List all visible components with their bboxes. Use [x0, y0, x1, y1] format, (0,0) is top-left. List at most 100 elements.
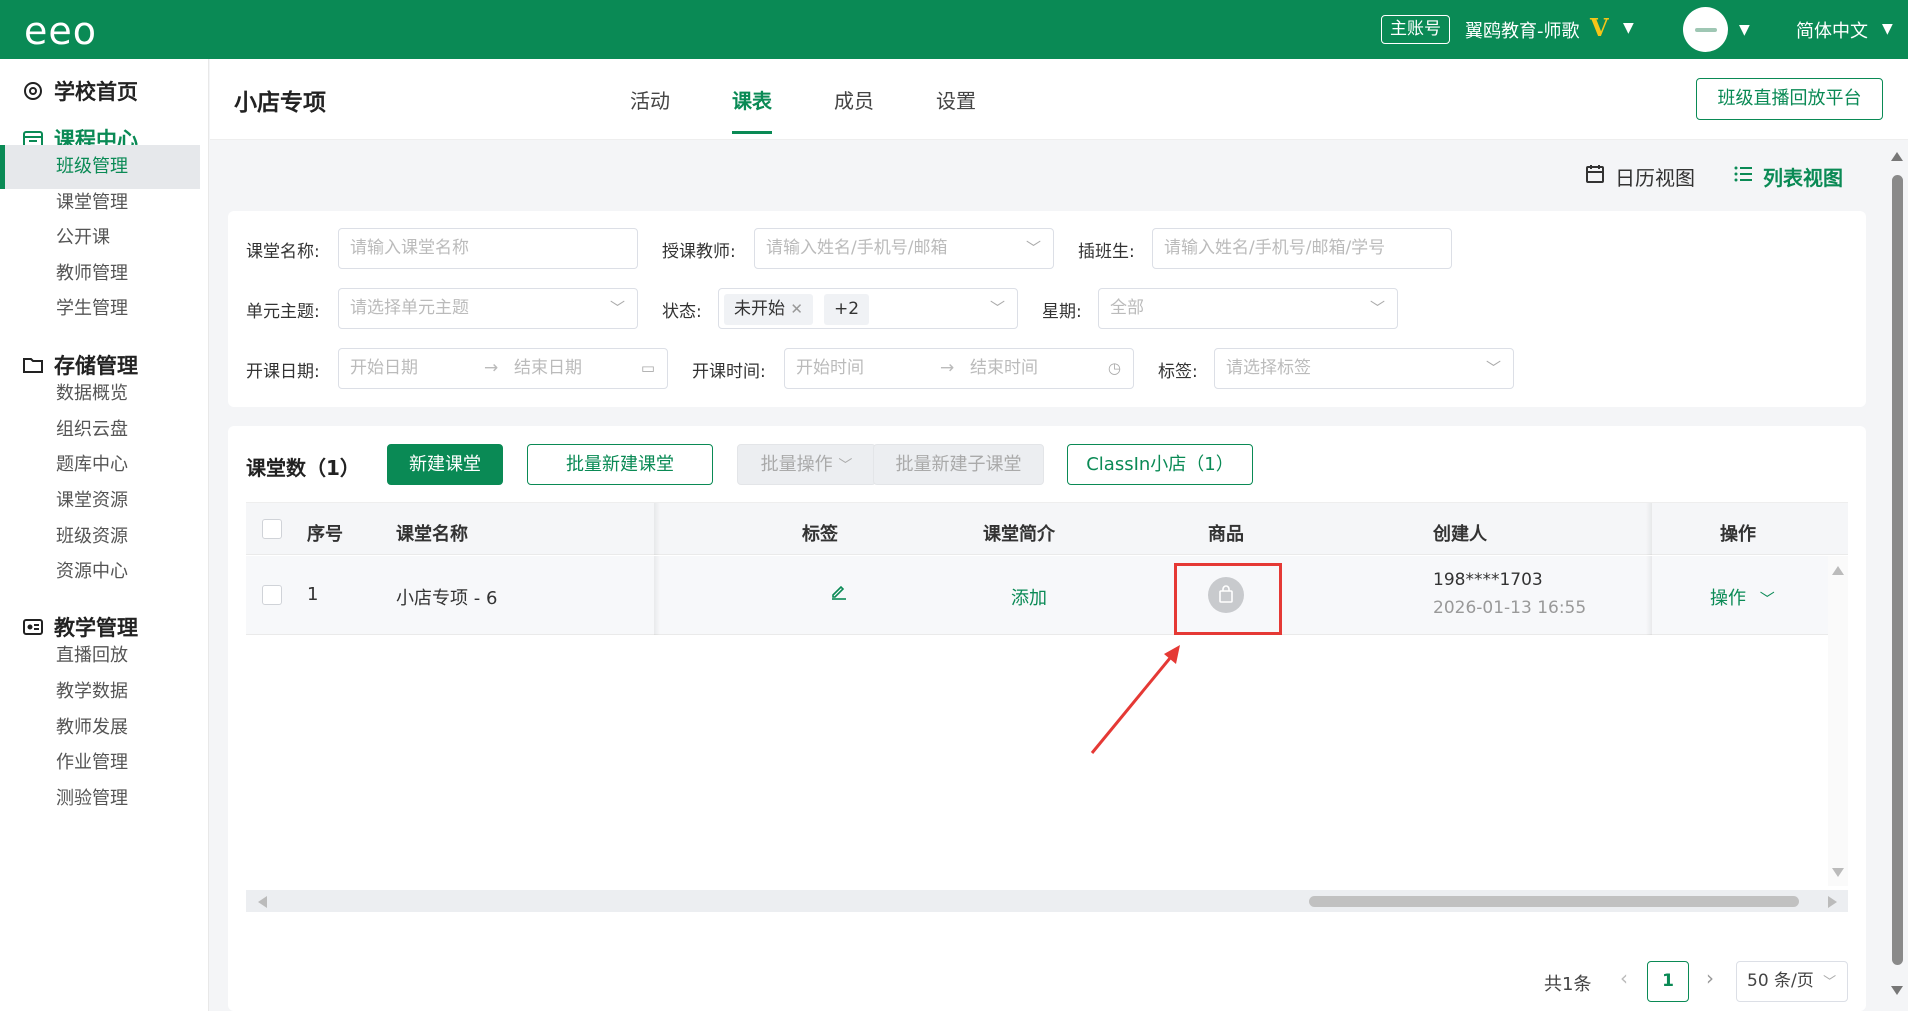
scroll-down-arrow-icon[interactable] [1832, 868, 1844, 877]
batch-new-lesson-button[interactable]: 批量新建课堂 [527, 444, 713, 485]
clock-icon: ◷ [1107, 359, 1121, 377]
sidebar: 学校首页 课程中心 班级管理 课堂管理 公开课 教师管理 学生管理 存储管理 数… [0, 59, 209, 1011]
course-name-input[interactable]: 请输入课堂名称 [338, 228, 638, 269]
row-lesson-name: 小店专项 - 6 [396, 588, 498, 609]
tab-schedule[interactable]: 课表 [732, 85, 772, 134]
table-card: 课堂数（1） 新建课堂 批量新建课堂 批量操作 ﹀ 批量新建子课堂 ClassI… [228, 426, 1866, 1011]
teacher-label: 授课教师: [662, 242, 736, 262]
column-header-index: 序号 [307, 524, 343, 545]
table-horizontal-scrollbar[interactable] [246, 890, 1848, 912]
status-select[interactable]: 未开始 ✕ +2 ﹀ [718, 288, 1018, 329]
weekday-value: 全部 [1110, 298, 1144, 318]
eeo-logo[interactable]: eeo [24, 9, 97, 53]
transfer-student-label: 插班生: [1078, 242, 1135, 262]
course-name-label: 课堂名称: [246, 242, 320, 262]
chevron-down-icon: ﹀ [1025, 239, 1041, 257]
page-scroll-up-icon[interactable] [1891, 152, 1903, 161]
transfer-student-input[interactable]: 请输入姓名/手机号/邮箱/学号 [1152, 228, 1452, 269]
page-size-value: 50 条/页 [1747, 971, 1814, 991]
tab-settings[interactable]: 设置 [936, 85, 976, 114]
next-page-icon[interactable]: › [1706, 966, 1714, 990]
vip-badge-icon: V [1590, 13, 1609, 42]
arrow-right-icon: → [940, 358, 955, 378]
chevron-down-icon: ﹀ [609, 299, 625, 317]
org-dropdown-chevron-icon[interactable]: ▼ [1623, 20, 1634, 36]
chevron-down-icon: ﹀ [1823, 975, 1837, 990]
fixed-column-shadow [1646, 503, 1652, 555]
page-size-select[interactable]: 50 条/页 ﹀ [1736, 961, 1848, 1002]
sidebar-item-resource-center[interactable]: 资源中心 [0, 550, 200, 594]
page-scrollbar[interactable] [1887, 150, 1908, 1011]
highlight-box [1174, 563, 1282, 635]
column-header-name: 课堂名称 [396, 524, 468, 545]
column-header-creator: 创建人 [1433, 524, 1487, 545]
page-button-current[interactable]: 1 [1647, 961, 1689, 1002]
add-intro-link[interactable]: 添加 [1011, 584, 1047, 610]
lessons-table: 序号 课堂名称 标签 课堂简介 商品 创建人 操作 1 小店专项 - 6 添加 … [246, 502, 1848, 939]
date-range-picker[interactable]: 开始日期 → 结束日期 ▭ [338, 348, 668, 389]
column-header-tag: 标签 [802, 524, 838, 545]
list-view-toggle[interactable]: 列表视图 [1733, 162, 1843, 191]
operations-label: 操作 [1710, 588, 1746, 609]
weekday-label: 星期: [1042, 302, 1082, 322]
start-time-placeholder: 开始时间 [796, 358, 864, 378]
time-range-picker[interactable]: 开始时间 → 结束时间 ◷ [784, 348, 1134, 389]
new-lesson-button[interactable]: 新建课堂 [387, 444, 503, 485]
tab-activity[interactable]: 活动 [630, 85, 670, 114]
column-header-intro: 课堂简介 [983, 524, 1055, 545]
pagination-total: 共1条 [1544, 974, 1592, 995]
page-scroll-thumb[interactable] [1892, 175, 1903, 965]
language-dropdown-chevron-icon[interactable]: ▼ [1882, 21, 1893, 37]
user-avatar[interactable] [1683, 7, 1728, 52]
calendar-icon: ▭ [640, 359, 655, 377]
end-time-placeholder: 结束时间 [970, 358, 1038, 378]
page-scroll-down-icon[interactable] [1891, 986, 1903, 995]
sidebar-item-quiz[interactable]: 测验管理 [0, 777, 200, 821]
language-selector[interactable]: 简体中文 [1796, 17, 1868, 43]
calendar-view-toggle[interactable]: 日历视图 [1585, 162, 1695, 191]
start-time-label: 开课时间: [692, 362, 766, 382]
filter-card: 课堂名称: 请输入课堂名称 授课教师: 请输入姓名/手机号/邮箱 ﹀ 插班生: … [228, 211, 1866, 407]
status-chip: 未开始 ✕ [724, 294, 813, 325]
weekday-select[interactable]: 全部 ﹀ [1098, 288, 1398, 329]
scroll-up-arrow-icon[interactable] [1832, 566, 1844, 575]
status-label: 状态: [662, 302, 702, 322]
tag-placeholder: 请选择标签 [1226, 358, 1311, 378]
scroll-left-arrow-icon[interactable] [258, 896, 267, 908]
list-icon [1733, 164, 1753, 189]
row-checkbox[interactable] [262, 585, 282, 605]
fixed-column-shadow [654, 503, 660, 555]
live-replay-platform-button[interactable]: 班级直播回放平台 [1696, 78, 1883, 120]
org-name[interactable]: 翼鸥教育-师歌 [1465, 17, 1580, 43]
user-dropdown-chevron-icon[interactable]: ▼ [1739, 22, 1750, 38]
prev-page-icon[interactable]: ‹ [1620, 966, 1628, 990]
batch-operations-button[interactable]: 批量操作 ﹀ [737, 444, 876, 485]
table-header-row: 序号 课堂名称 标签 课堂简介 商品 创建人 操作 [246, 503, 1848, 555]
chevron-down-icon: ﹀ [838, 458, 853, 474]
arrow-right-icon: → [484, 358, 499, 378]
tag-select[interactable]: 请选择标签 ﹀ [1214, 348, 1514, 389]
row-operations-dropdown[interactable]: 操作 ﹀ [1710, 584, 1775, 610]
row-created-at: 2026-01-13 16:55 [1433, 598, 1587, 618]
table-vertical-scrollbar[interactable] [1828, 556, 1848, 886]
chevron-down-icon: ﹀ [989, 299, 1005, 317]
classin-shop-button[interactable]: ClassIn小店（1） [1067, 444, 1253, 485]
unit-theme-select[interactable]: 请选择单元主题 ﹀ [338, 288, 638, 329]
horizontal-scroll-thumb[interactable] [1309, 896, 1799, 907]
page-title: 小店专项 [234, 90, 326, 116]
edit-tag-icon[interactable] [830, 582, 848, 605]
teacher-select[interactable]: 请输入姓名/手机号/邮箱 ﹀ [754, 228, 1054, 269]
close-icon[interactable]: ✕ [790, 300, 803, 318]
scroll-right-arrow-icon[interactable] [1828, 896, 1837, 908]
annotation-arrow-icon [1090, 645, 1180, 754]
calendar-view-label: 日历视图 [1615, 166, 1695, 190]
row-index: 1 [307, 584, 319, 605]
table-row: 1 小店专项 - 6 添加 198****1703 2026-01-13 16:… [246, 556, 1828, 635]
end-date-placeholder: 结束日期 [514, 358, 582, 378]
top-bar: eeo 主账号 翼鸥教育-师歌 V ▼ ▼ 简体中文 ▼ [0, 0, 1908, 59]
tab-members[interactable]: 成员 [834, 85, 874, 114]
sidebar-item-student-management[interactable]: 学生管理 [0, 287, 200, 331]
batch-new-sub-lesson-button[interactable]: 批量新建子课堂 [873, 444, 1044, 485]
sidebar-section-home[interactable]: 学校首页 [22, 76, 138, 106]
select-all-checkbox[interactable] [262, 519, 282, 539]
